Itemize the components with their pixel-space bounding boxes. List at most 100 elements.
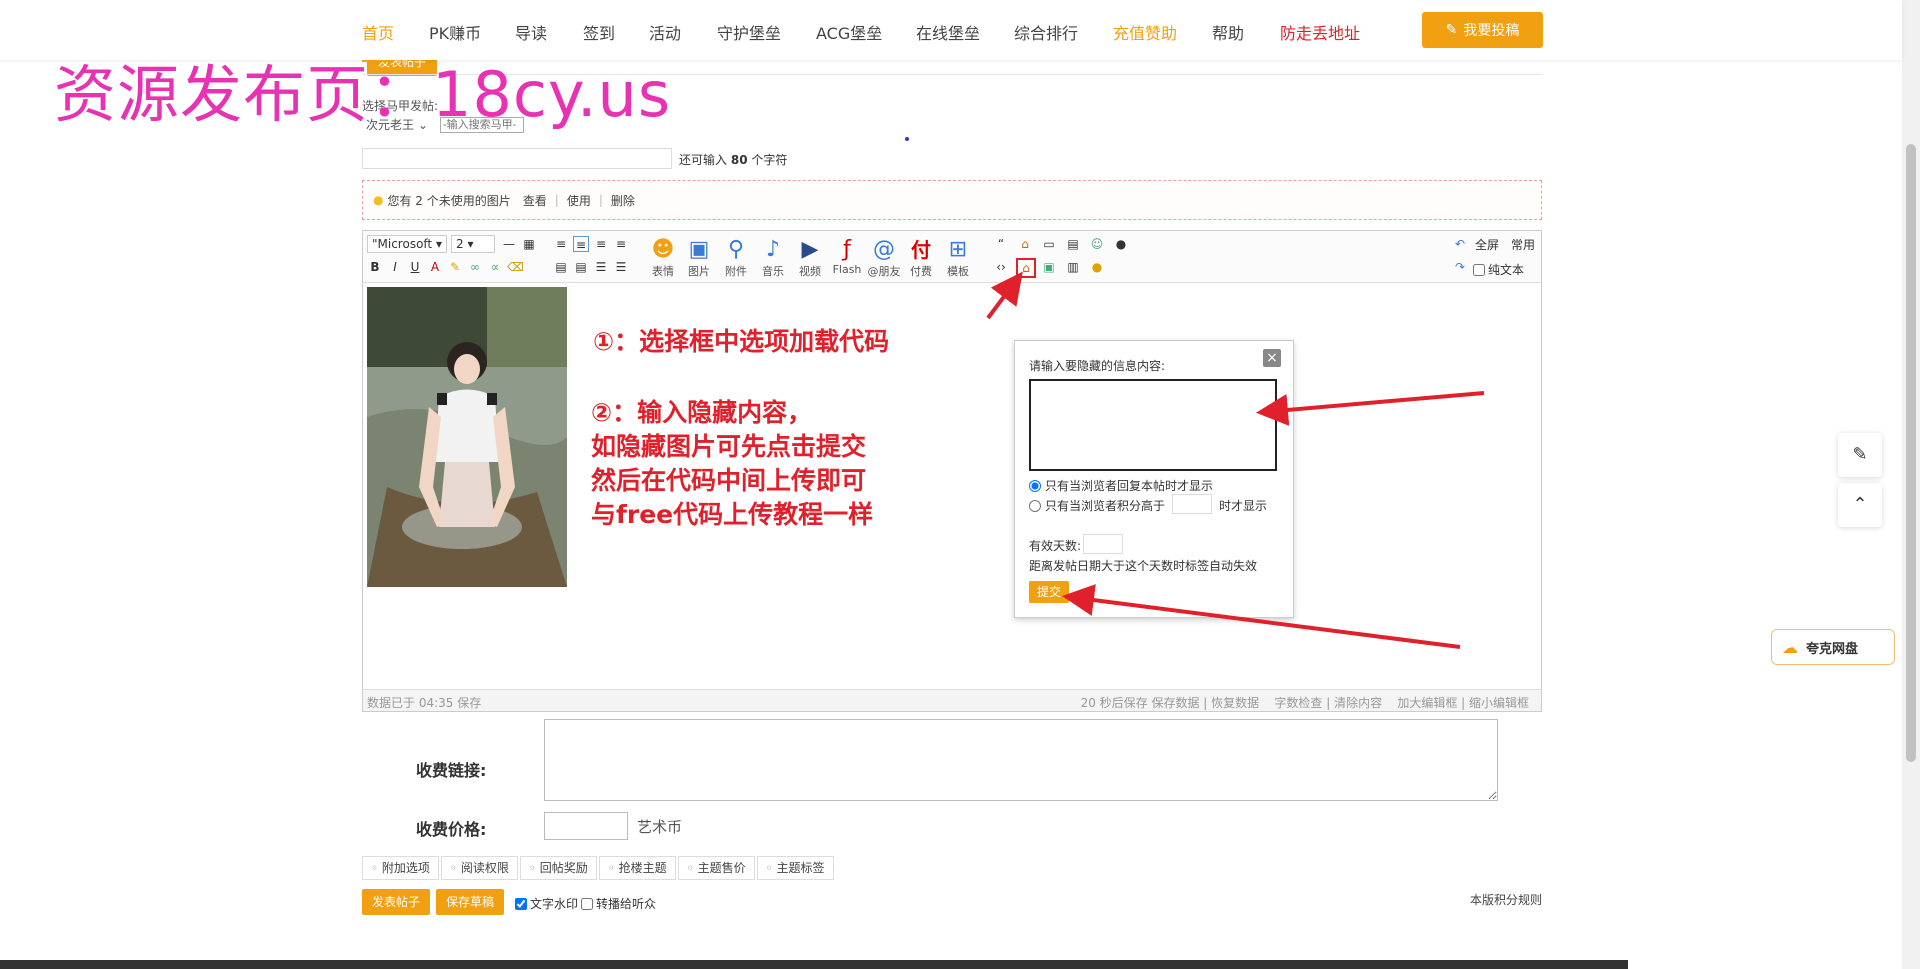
close-icon[interactable]: × xyxy=(1263,349,1281,367)
paid-link-label: 收费链接: xyxy=(416,761,487,780)
points-rules-link[interactable]: 本版积分规则 xyxy=(1470,891,1542,908)
hint-text: 您有 2 个未使用的图片 xyxy=(387,193,511,208)
title-input[interactable] xyxy=(362,148,672,169)
italic-icon[interactable]: I xyxy=(387,259,403,275)
clear-format-icon[interactable]: ⌫ xyxy=(507,259,524,275)
plain-text-toggle[interactable]: 纯文本 xyxy=(1473,261,1524,278)
title-remaining: 还可输入 80 个字符 xyxy=(679,151,787,168)
font-select[interactable]: "Microsoft ▾ xyxy=(367,235,447,253)
paid-button[interactable]: 付付费 xyxy=(903,237,939,281)
smiley-icon: ☻ xyxy=(651,237,675,262)
tab-floor-grab[interactable]: 抢楼主题 xyxy=(598,856,676,880)
nav-help[interactable]: 帮助 xyxy=(1212,20,1244,44)
watermark-option[interactable]: 文字水印 转播给听众 xyxy=(515,895,656,912)
unlink-icon[interactable]: ∝ xyxy=(487,259,503,275)
compose-icon[interactable]: ✎ xyxy=(1838,433,1882,477)
paid-price-input[interactable] xyxy=(544,812,628,840)
float-left-icon[interactable]: ▤ xyxy=(553,259,569,275)
size-select[interactable]: 2 ▾ xyxy=(451,235,495,253)
hide-icon[interactable]: ⌂ xyxy=(1016,258,1036,278)
days-input[interactable] xyxy=(1083,534,1123,554)
nav-pk[interactable]: PK赚币 xyxy=(429,20,481,44)
free-icon[interactable]: ▭ xyxy=(1041,236,1057,252)
float-right-icon[interactable]: ▤ xyxy=(573,259,589,275)
reply-radio[interactable] xyxy=(1029,479,1041,492)
undo-icon[interactable]: ↶ xyxy=(1455,237,1465,251)
font-color-icon[interactable]: A xyxy=(427,259,443,275)
broadcast-checkbox[interactable] xyxy=(581,897,594,910)
paid-link-input[interactable] xyxy=(544,719,1498,801)
code-icon[interactable]: ‹› xyxy=(993,259,1009,275)
music-button[interactable]: ♪ 音乐 xyxy=(755,237,791,281)
index-icon[interactable]: ▤ xyxy=(1065,236,1081,252)
template-button[interactable]: ⊞ 模板 xyxy=(940,237,976,281)
reply-option[interactable]: 只有当浏览者回复本帖时才显示 xyxy=(1029,477,1213,494)
nav-signin[interactable]: 签到 xyxy=(583,20,615,44)
editor-actions[interactable]: 20 秒后保存 保存数据 | 恢复数据 字数检查 | 清除内容 加大编辑框 | … xyxy=(1081,694,1529,711)
mention-button[interactable]: @ @朋友 xyxy=(866,237,902,281)
nav-address[interactable]: 防走丢地址 xyxy=(1280,20,1360,44)
ordered-list-icon[interactable]: ☰ xyxy=(593,259,609,275)
align-right-icon[interactable]: ≡ xyxy=(593,236,609,252)
common-button[interactable]: 常用 xyxy=(1511,236,1535,253)
tab-reply-reward[interactable]: 回帖奖励 xyxy=(519,856,597,880)
align-left-icon[interactable]: ≡ xyxy=(553,236,569,252)
nav-guard[interactable]: 守护堡垒 xyxy=(717,20,781,44)
nav-guide[interactable]: 导读 xyxy=(515,20,547,44)
watermark-checkbox[interactable] xyxy=(515,897,527,910)
unordered-list-icon[interactable]: ☰ xyxy=(613,259,629,275)
table-icon[interactable]: ▦ xyxy=(521,236,537,252)
attachment-button[interactable]: ⚲ 附件 xyxy=(718,237,754,281)
hr-icon[interactable]: — xyxy=(501,236,517,252)
bold-icon[interactable]: B xyxy=(367,259,383,275)
flash-button[interactable]: ƒ Flash xyxy=(829,237,865,281)
image-button[interactable]: ▣ 图片 xyxy=(681,237,717,281)
media-icon[interactable]: ● xyxy=(1113,236,1129,252)
quote-icon[interactable]: “ xyxy=(993,236,1009,252)
scrollbar-thumb[interactable] xyxy=(1906,144,1916,762)
nav-online[interactable]: 在线堡垒 xyxy=(916,20,980,44)
annotation-step2-line4: 与free代码上传教程一样 xyxy=(591,500,874,529)
score-option[interactable]: 只有当浏览者积分高于 xyxy=(1029,497,1165,514)
tab-read-permission[interactable]: 阅读权限 xyxy=(440,856,518,880)
hint-use-link[interactable]: 使用 xyxy=(567,192,591,209)
fullscreen-button[interactable]: 全屏 xyxy=(1475,236,1499,253)
tab-thread-price[interactable]: 主题售价 xyxy=(677,856,755,880)
editor-content[interactable]: ①：选择框中选项加载代码 ②：输入隐藏内容， 如隐藏图片可先点击提交 然后在代码… xyxy=(363,283,1541,689)
back-to-top-icon[interactable]: ⌃ xyxy=(1838,483,1882,527)
nav-home[interactable]: 首页 xyxy=(362,20,395,62)
highlight-icon[interactable]: ✎ xyxy=(447,259,463,275)
nav-activity[interactable]: 活动 xyxy=(649,20,681,44)
size-value: 2 xyxy=(456,237,464,251)
password-icon[interactable]: ▣ xyxy=(1041,259,1057,275)
hint-delete-link[interactable]: 删除 xyxy=(611,192,635,209)
user-icon[interactable]: ☺ xyxy=(1089,236,1105,252)
hint-view-link[interactable]: 查看 xyxy=(523,192,547,209)
nav-donate[interactable]: 充值赞助 xyxy=(1113,20,1177,44)
align-justify-icon[interactable]: ≡ xyxy=(613,236,629,252)
lock-icon[interactable]: ⌂ xyxy=(1017,236,1033,252)
align-center-icon[interactable]: ≡ xyxy=(573,236,589,252)
link-icon[interactable]: ∞ xyxy=(467,259,483,275)
save-draft-button[interactable]: 保存草稿 xyxy=(436,889,504,915)
video-button[interactable]: ▶ 视频 xyxy=(792,237,828,281)
nav-acg[interactable]: ACG堡垒 xyxy=(816,20,882,44)
score-radio[interactable] xyxy=(1029,499,1041,512)
nav-ranking[interactable]: 综合排行 xyxy=(1014,20,1078,44)
submit-post-button[interactable]: ✎ 我要投稿 xyxy=(1422,12,1543,48)
score-threshold-input[interactable] xyxy=(1172,494,1212,514)
cloud-icon: ☁ xyxy=(1782,637,1798,657)
hidden-content-textarea[interactable] xyxy=(1029,379,1277,471)
tab-extra-options[interactable]: 附加选项 xyxy=(362,856,439,880)
underline-icon[interactable]: U xyxy=(407,259,423,275)
quark-drive-button[interactable]: ☁ 夸克网盘 xyxy=(1771,629,1895,665)
tab-thread-tags[interactable]: 主题标签 xyxy=(756,856,834,880)
plain-text-checkbox[interactable] xyxy=(1473,263,1485,276)
redo-icon[interactable]: ↷ xyxy=(1455,260,1465,274)
page-icon[interactable]: ▥ xyxy=(1065,259,1081,275)
emoji-button[interactable]: ☻ 表情 xyxy=(645,237,681,281)
post-thread-button[interactable]: 发表帖子 xyxy=(362,889,430,915)
paid-price-label: 收费价格: xyxy=(416,820,487,839)
hide-submit-button[interactable]: 提交 xyxy=(1029,581,1069,603)
background-icon[interactable]: ● xyxy=(1089,259,1105,275)
